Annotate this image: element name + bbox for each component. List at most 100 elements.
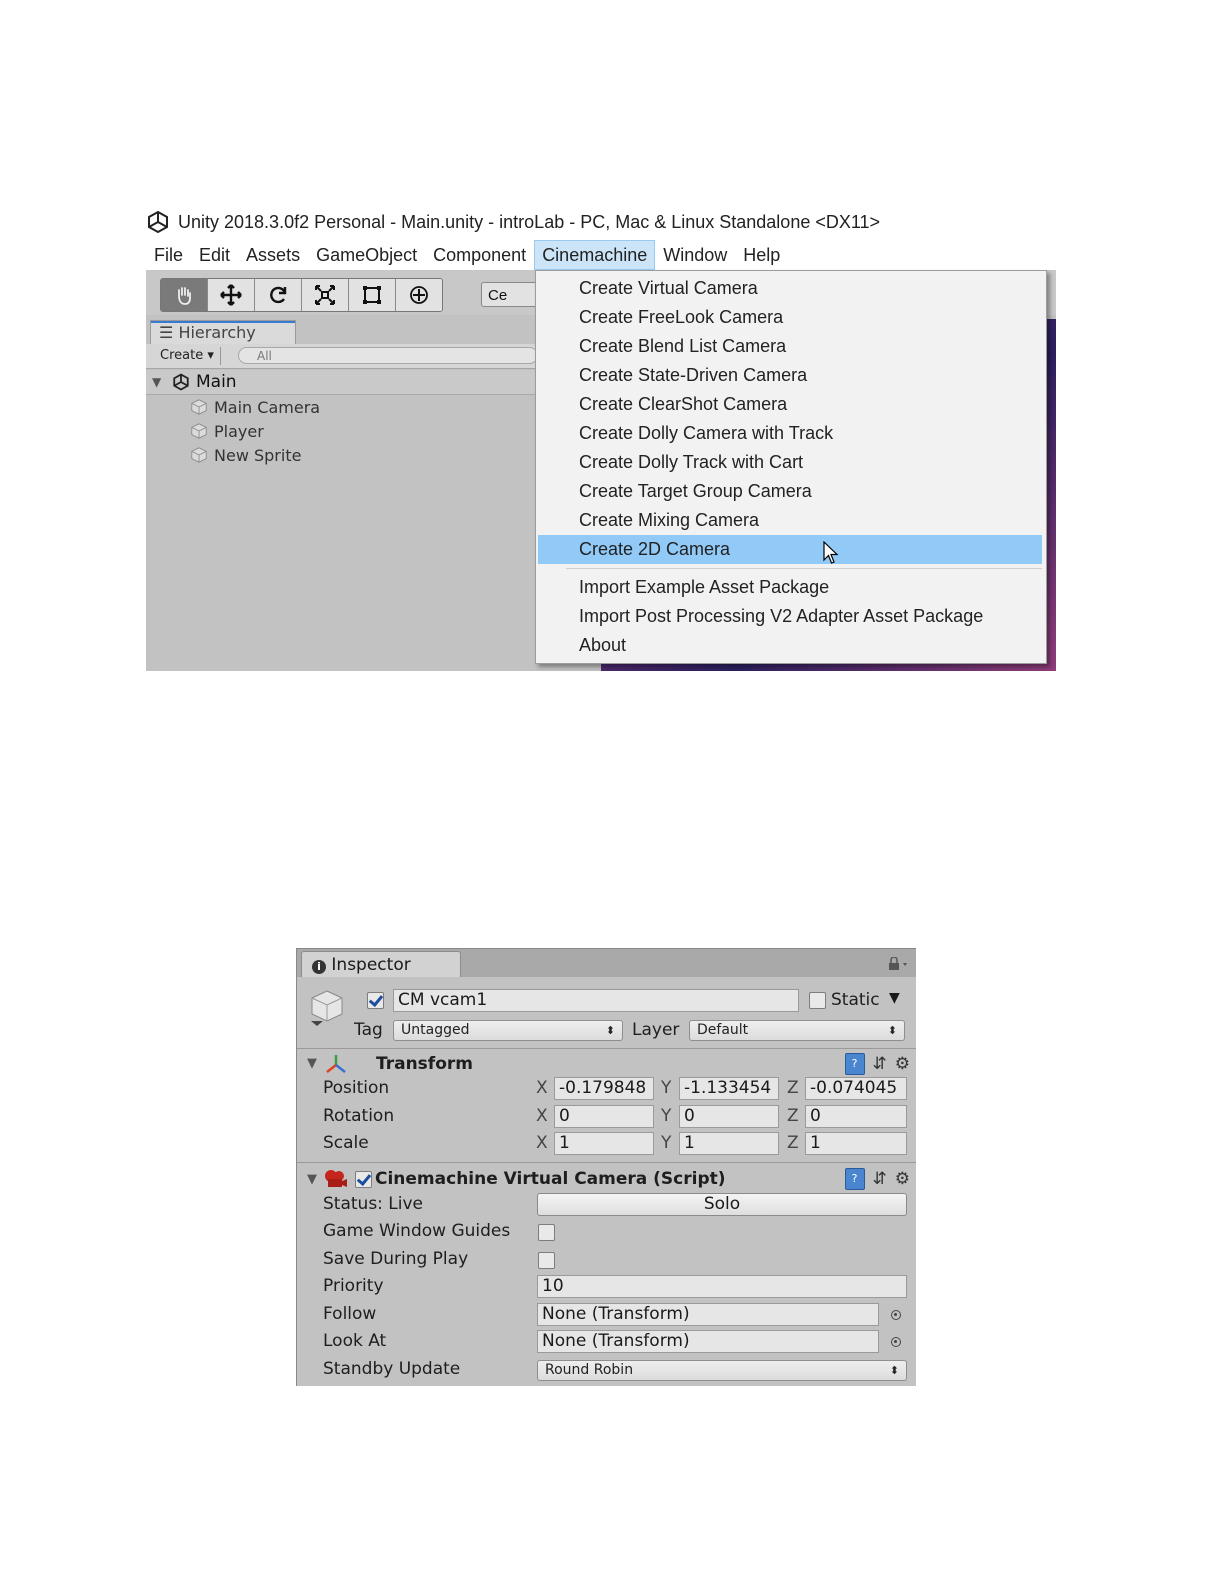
solo-button[interactable]: Solo <box>537 1193 907 1216</box>
unity-scene-icon <box>173 373 189 391</box>
menu-item-about[interactable]: About <box>538 631 1042 660</box>
follow-object-field[interactable]: None (Transform) <box>537 1303 879 1326</box>
create-dropdown-button[interactable]: Create ▾ <box>154 347 221 365</box>
menu-item-create-virtual-camera[interactable]: Create Virtual Camera <box>538 274 1042 303</box>
position-z-input[interactable]: -0.074045 <box>805 1077 907 1100</box>
gameobject-cube-icon <box>191 447 207 463</box>
create-label: Create <box>160 348 204 363</box>
gameobject-name-input[interactable]: CM vcam1 <box>393 989 799 1012</box>
menu-item-create-dolly-track-with-cart[interactable]: Create Dolly Track with Cart <box>538 448 1042 477</box>
object-picker-icon[interactable] <box>891 1310 901 1320</box>
move-icon <box>220 284 242 306</box>
priority-input[interactable]: 10 <box>537 1275 907 1298</box>
tag-dropdown[interactable]: Untagged ⬍ <box>393 1020 623 1041</box>
rotate-tool-button[interactable] <box>255 279 302 311</box>
presets-icon[interactable]: ⇵ <box>873 1169 887 1189</box>
rect-icon <box>363 286 381 304</box>
menu-assets[interactable]: Assets <box>238 240 308 270</box>
standby-update-label: Standby Update <box>323 1359 461 1379</box>
position-x-input[interactable]: -0.179848 <box>554 1077 654 1100</box>
menu-item-import-post-processing-v2-adapter[interactable]: Import Post Processing V2 Adapter Asset … <box>538 602 1042 631</box>
axis-x-label: X <box>536 1133 548 1153</box>
object-picker-icon[interactable] <box>891 1337 901 1347</box>
unity-editor-screenshot: Unity 2018.3.0f2 Personal - Main.unity -… <box>146 205 1056 671</box>
menu-item-create-2d-camera[interactable]: Create 2D Camera <box>538 535 1042 564</box>
move-tool-button[interactable] <box>208 279 255 311</box>
scene-name: Main <box>196 372 237 392</box>
axis-y-label: Y <box>661 1078 672 1098</box>
menu-help[interactable]: Help <box>735 240 788 270</box>
layer-dropdown[interactable]: Default ⬍ <box>689 1020 905 1041</box>
tab-hierarchy[interactable]: ☰ Hierarchy <box>150 320 296 344</box>
gear-icon[interactable]: ⚙ <box>895 1169 910 1189</box>
axis-z-label: Z <box>787 1106 799 1126</box>
hierarchy-item[interactable]: New Sprite <box>190 444 301 466</box>
standby-update-dropdown[interactable]: Round Robin ⬍ <box>537 1360 907 1381</box>
static-checkbox[interactable] <box>809 992 826 1009</box>
layer-label: Layer <box>632 1020 680 1040</box>
menu-item-create-target-group-camera[interactable]: Create Target Group Camera <box>538 477 1042 506</box>
axis-z-label: Z <box>787 1078 799 1098</box>
position-label: Position <box>323 1078 390 1098</box>
look-at-object-field[interactable]: None (Transform) <box>537 1330 879 1353</box>
menu-item-create-blend-list-camera[interactable]: Create Blend List Camera <box>538 332 1042 361</box>
menu-item-create-dolly-camera-with-track[interactable]: Create Dolly Camera with Track <box>538 419 1042 448</box>
scene-row-main[interactable]: ▼ Main <box>146 370 546 395</box>
gameobject-active-checkbox[interactable] <box>367 992 384 1009</box>
list-icon: ☰ <box>159 323 174 342</box>
menu-gameobject[interactable]: GameObject <box>308 240 425 270</box>
tag-value: Untagged <box>401 1022 470 1038</box>
hierarchy-search-input[interactable]: All <box>238 347 538 364</box>
scale-y-input[interactable]: 1 <box>679 1132 779 1155</box>
save-during-play-label: Save During Play <box>323 1249 469 1269</box>
menu-item-create-clearshot-camera[interactable]: Create ClearShot Camera <box>538 390 1042 419</box>
scale-z-input[interactable]: 1 <box>805 1132 907 1155</box>
tab-inspector[interactable]: i Inspector <box>301 951 461 977</box>
gameobject-cube-icon <box>191 399 207 415</box>
menu-item-create-state-driven-camera[interactable]: Create State-Driven Camera <box>538 361 1042 390</box>
presets-icon[interactable]: ⇵ <box>873 1054 887 1074</box>
menu-cinemachine[interactable]: Cinemachine <box>534 239 656 270</box>
vcam-enabled-checkbox[interactable] <box>355 1171 372 1188</box>
menu-separator <box>566 568 1042 569</box>
hierarchy-item[interactable]: Main Camera <box>190 396 320 418</box>
gameobject-cube-icon <box>191 423 207 439</box>
menu-component[interactable]: Component <box>425 240 534 270</box>
scale-tool-button[interactable] <box>302 279 349 311</box>
menu-item-import-example-asset-package[interactable]: Import Example Asset Package <box>538 573 1042 602</box>
expand-arrow-icon[interactable]: ▼ <box>307 1172 317 1187</box>
help-book-icon[interactable]: ? <box>844 1053 865 1075</box>
scale-x-input[interactable]: 1 <box>554 1132 654 1155</box>
hierarchy-item-label: Player <box>214 421 264 441</box>
rotation-y-input[interactable]: 0 <box>679 1105 779 1128</box>
hierarchy-item[interactable]: Player <box>190 420 264 442</box>
divider <box>297 1162 916 1163</box>
game-window-guides-checkbox[interactable] <box>538 1224 555 1241</box>
transform-tool-button[interactable] <box>396 279 442 311</box>
menu-item-create-freelook-camera[interactable]: Create FreeLook Camera <box>538 303 1042 332</box>
gameobject-cube-icon <box>311 990 343 1026</box>
lock-icon[interactable] <box>888 957 910 971</box>
menu-item-create-mixing-camera[interactable]: Create Mixing Camera <box>538 506 1042 535</box>
pivot-center-button[interactable]: Ce <box>481 282 541 307</box>
vcam-header-icons: ? ⇵ ⚙ <box>844 1168 910 1190</box>
hand-tool-button[interactable] <box>161 279 208 311</box>
tab-active-indicator <box>151 321 295 323</box>
chevron-down-icon[interactable]: ▼ <box>889 990 900 1006</box>
menu-edit[interactable]: Edit <box>191 240 238 270</box>
menu-item-create-2d-camera-label: Create 2D Camera <box>579 539 731 559</box>
menu-file[interactable]: File <box>146 240 191 270</box>
menu-window[interactable]: Window <box>655 240 735 270</box>
unity-logo-icon <box>148 210 168 234</box>
rect-tool-button[interactable] <box>349 279 396 311</box>
save-during-play-checkbox[interactable] <box>538 1252 555 1269</box>
help-book-icon[interactable]: ? <box>844 1168 865 1190</box>
search-placeholder: All <box>257 349 272 363</box>
vcam-component-title: Cinemachine Virtual Camera (Script) <box>375 1169 726 1189</box>
expand-arrow-icon[interactable]: ▼ <box>307 1056 317 1071</box>
rotation-z-input[interactable]: 0 <box>805 1105 907 1128</box>
position-y-input[interactable]: -1.133454 <box>679 1077 779 1100</box>
gear-icon[interactable]: ⚙ <box>895 1054 910 1074</box>
axis-z-label: Z <box>787 1133 799 1153</box>
rotation-x-input[interactable]: 0 <box>554 1105 654 1128</box>
